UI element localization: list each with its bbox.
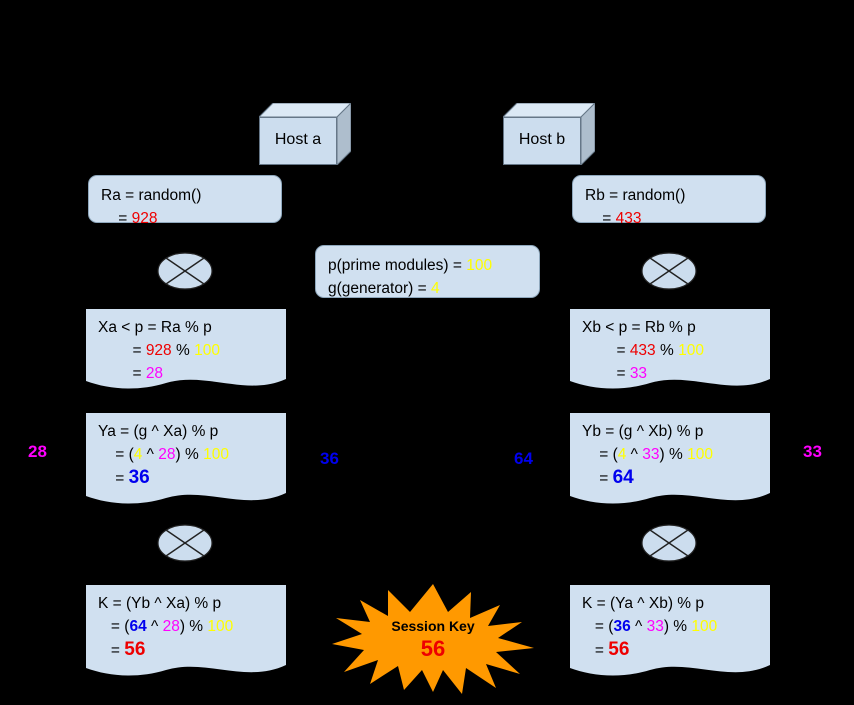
left-private-operand: 928	[145, 342, 172, 359]
right-shared-line2-prefix: = (	[582, 618, 614, 635]
left-shared-close: ) %	[179, 618, 208, 635]
right-shared-line3-prefix: =	[582, 642, 609, 659]
host-a-label: Host a	[274, 131, 322, 148]
cross-circle-icon	[157, 524, 213, 562]
left-shared-value: 56	[124, 639, 146, 660]
right-public-line2-prefix: = (	[582, 446, 618, 463]
right-random-box: Rb = random() = 433	[572, 175, 766, 227]
right-shared-key-text: K = (Ya ^ Xb) % p = (36 ^ 33) % 100 = 56	[582, 592, 717, 662]
right-upper-x-node	[641, 249, 697, 298]
left-public-pow-op: ^	[142, 446, 159, 463]
right-shared-value: 56	[608, 639, 630, 660]
right-public-line1: Yb = (g ^ Xb) % p	[582, 423, 704, 440]
left-random-value: 928	[131, 210, 158, 227]
right-random-value: 433	[615, 210, 642, 227]
session-key-value: 56	[420, 636, 446, 661]
left-private-key-box: Xa < p = Ra % p = 928 % 100 = 28	[86, 309, 286, 395]
left-public-line1: Ya = (g ^ Xa) % p	[98, 423, 219, 440]
far-right-private-value: 33	[803, 442, 822, 461]
left-public-key-text: Ya = (g ^ Xa) % p = (4 ^ 28) % 100 = 36	[98, 420, 229, 490]
right-shared-exponent: 33	[646, 618, 664, 635]
left-shared-peer-public: 64	[129, 618, 147, 635]
generator-label: g(generator) =	[328, 280, 431, 297]
cross-circle-icon	[641, 524, 697, 562]
right-random-line1: Rb = random()	[585, 187, 686, 204]
right-public-modulus: 100	[687, 446, 713, 463]
right-shared-key-box: K = (Ya ^ Xb) % p = (36 ^ 33) % 100 = 56	[570, 585, 770, 683]
left-private-line1: Xa < p = Ra % p	[98, 319, 212, 336]
left-private-mod-op: %	[171, 342, 195, 359]
prime-value: 100	[466, 257, 493, 274]
cross-circle-icon	[641, 252, 697, 290]
left-shared-line1: K = (Yb ^ Xa) % p	[98, 595, 222, 612]
host-a-node: Host a	[259, 103, 351, 171]
right-private-operand: 433	[629, 342, 656, 359]
left-shared-line3-prefix: =	[98, 642, 125, 659]
right-private-line3-prefix: =	[582, 365, 630, 382]
right-private-mod-op: %	[655, 342, 679, 359]
right-private-key-box: Xb < p = Rb % p = 433 % 100 = 33	[570, 309, 770, 395]
right-random-line2-prefix: =	[585, 210, 616, 227]
right-shared-peer-public: 36	[613, 618, 631, 635]
right-shared-pow-op: ^	[630, 618, 647, 635]
left-private-value: 28	[145, 365, 164, 382]
left-public-exchange-value: 36	[320, 449, 339, 468]
left-shared-pow-op: ^	[146, 618, 163, 635]
right-public-value: 64	[612, 467, 634, 488]
right-public-close: ) %	[659, 446, 688, 463]
far-left-private-value: 28	[28, 442, 47, 461]
session-key-label: Session Key	[391, 618, 475, 634]
left-public-key-box: Ya = (g ^ Xa) % p = (4 ^ 28) % 100 = 36	[86, 413, 286, 511]
public-parameters-text: p(prime modules) = 100 g(generator) = 4	[328, 254, 492, 300]
left-shared-line2-prefix: = (	[98, 618, 130, 635]
right-private-key-text: Xb < p = Rb % p = 433 % 100 = 33	[582, 316, 704, 385]
right-private-modulus: 100	[678, 342, 704, 359]
left-upper-x-node	[157, 249, 213, 298]
right-shared-close: ) %	[663, 618, 692, 635]
right-random-text: Rb = random() = 433	[585, 184, 685, 230]
cross-circle-icon	[157, 252, 213, 290]
left-public-exponent: 28	[158, 446, 176, 463]
right-public-pow-op: ^	[626, 446, 643, 463]
left-random-box: Ra = random() = 928	[88, 175, 282, 227]
right-public-key-text: Yb = (g ^ Xb) % p = (4 ^ 33) % 100 = 64	[582, 420, 713, 490]
right-private-value: 33	[629, 365, 648, 382]
session-key-burst: Session Key 56	[330, 578, 536, 696]
left-shared-exponent: 28	[162, 618, 180, 635]
left-private-key-text: Xa < p = Ra % p = 928 % 100 = 28	[98, 316, 220, 385]
right-public-line3-prefix: =	[582, 470, 613, 487]
left-lower-x-node	[157, 521, 213, 570]
right-public-key-box: Yb = (g ^ Xb) % p = (4 ^ 33) % 100 = 64	[570, 413, 770, 511]
host-b-label: Host b	[518, 131, 566, 148]
generator-value: 4	[430, 280, 440, 297]
left-private-line3-prefix: =	[98, 365, 146, 382]
left-random-text: Ra = random() = 928	[101, 184, 201, 230]
right-public-exponent: 33	[642, 446, 660, 463]
left-public-close: ) %	[175, 446, 204, 463]
right-shared-modulus: 100	[691, 618, 718, 635]
right-shared-line1: K = (Ya ^ Xb) % p	[582, 595, 704, 612]
left-public-line2-prefix: = (	[98, 446, 134, 463]
left-public-modulus: 100	[203, 446, 229, 463]
left-public-line3-prefix: =	[98, 470, 129, 487]
left-shared-modulus: 100	[207, 618, 234, 635]
right-lower-x-node	[641, 521, 697, 570]
diagram-canvas: Host a Host b Ra = random() = 928 Rb = r…	[0, 0, 854, 705]
right-public-exchange-value: 64	[514, 449, 533, 468]
left-public-value: 36	[128, 467, 150, 488]
host-b-node: Host b	[503, 103, 595, 171]
left-shared-key-box: K = (Yb ^ Xa) % p = (64 ^ 28) % 100 = 56	[86, 585, 286, 683]
left-private-line2-prefix: =	[98, 342, 146, 359]
right-private-line2-prefix: =	[582, 342, 630, 359]
prime-label: p(prime modules) =	[328, 257, 467, 274]
public-parameters-box: p(prime modules) = 100 g(generator) = 4	[315, 245, 540, 298]
right-private-line1: Xb < p = Rb % p	[582, 319, 696, 336]
left-random-line1: Ra = random()	[101, 187, 202, 204]
left-shared-key-text: K = (Yb ^ Xa) % p = (64 ^ 28) % 100 = 56	[98, 592, 233, 662]
left-private-modulus: 100	[194, 342, 220, 359]
left-random-line2-prefix: =	[101, 210, 132, 227]
